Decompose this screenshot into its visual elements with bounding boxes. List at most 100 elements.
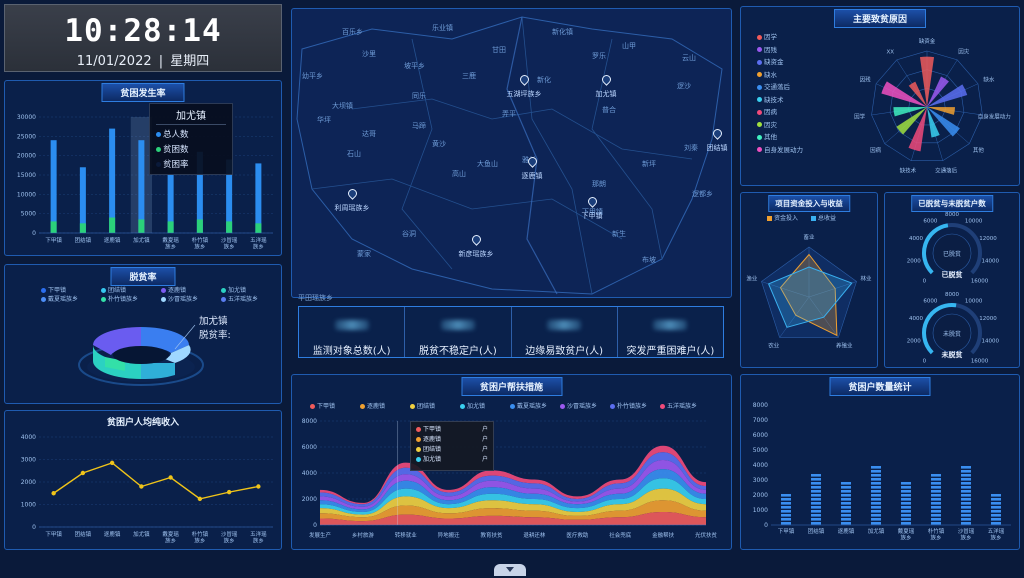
- bar-segment: [901, 494, 911, 497]
- bar-segment: [961, 466, 971, 469]
- legend-item[interactable]: 加尤镇: [221, 285, 246, 294]
- causes-rose-chart: 缺资金因灾缺水自身发展动力其他交通落后 缺技术 因病 因学 因残 XX: [854, 37, 1011, 174]
- chevron-down-icon: [506, 567, 514, 572]
- map-pin[interactable]: 五湖坪族乡: [494, 69, 554, 99]
- bar-segment: [811, 486, 821, 489]
- bar-segment: [781, 510, 791, 513]
- legend-item[interactable]: 因残: [757, 44, 777, 54]
- map-pin[interactable]: 下甲镇: [562, 191, 622, 221]
- legend-item[interactable]: 其他: [757, 131, 777, 141]
- bar-segment: [961, 486, 971, 489]
- poverty-rate-tooltip: 加尤镇 总人数 贫困数 贫困率: [149, 103, 233, 175]
- y-tick-label: 25000: [17, 133, 36, 140]
- bar-segment: [841, 486, 851, 489]
- map-stat-label: 监测对象总数(人): [312, 346, 391, 357]
- y-tick-label: 0: [32, 230, 36, 237]
- x-tick-label: 转移就业: [395, 531, 418, 539]
- legend-item[interactable]: 因灾: [757, 119, 777, 129]
- legend-item[interactable]: 下甲镇: [41, 285, 66, 294]
- bar-segment: [961, 490, 971, 493]
- bar-segment: [901, 514, 911, 517]
- gauge-scale-label: 6000: [923, 299, 937, 305]
- map-place-label: 同乐: [412, 92, 426, 100]
- bar-segment: [871, 498, 881, 501]
- gauge-scale-label: 10000: [965, 299, 983, 305]
- y-tick-label: 2000: [753, 492, 768, 499]
- x-tick-label: 下甲镇: [45, 530, 62, 538]
- poverty-relief-title: 脱贫率: [110, 267, 176, 286]
- income-point: [256, 484, 261, 489]
- y-tick-label: 2000: [302, 496, 317, 503]
- x-tick-label: 沙冒瑶: [221, 237, 238, 244]
- radar-axis-label: 缺水: [983, 76, 995, 84]
- map-pin[interactable]: 利周瑶族乡: [322, 183, 382, 213]
- legend-item[interactable]: 自身发展动力: [757, 144, 803, 154]
- map-place-label: 达哥: [362, 130, 376, 138]
- bar-total: [138, 140, 145, 233]
- x-tick-label: 下甲镇: [45, 236, 62, 244]
- bar-segment: [811, 478, 821, 481]
- legend-item[interactable]: 逐鹿镇: [161, 285, 186, 294]
- x-tick-label: 金融帮扶: [652, 531, 675, 539]
- bar-segment: [991, 518, 1001, 521]
- bar-segment: [811, 506, 821, 509]
- map-place-label: 逻都乡: [692, 190, 713, 198]
- stat-value-blurred: [547, 320, 582, 330]
- legend-item[interactable]: 因病: [757, 106, 777, 116]
- poverty-rate-panel: 贫困发生率 0 5000 10000 15000 20000 25000 30000 下甲镇团…: [4, 80, 282, 256]
- gauge-scale-label: 16000: [971, 359, 989, 365]
- map-pin[interactable]: 逐鹿镇: [502, 151, 562, 181]
- bar-segment: [901, 502, 911, 505]
- bar-segment: [931, 490, 941, 493]
- households-panel: 贫困户数量统计 0 1000 2000 3000 4000 5000 6000 7000 800…: [740, 374, 1020, 550]
- radar-axis-label: 因残: [860, 76, 872, 84]
- clock-time: 10:28:14: [64, 13, 222, 49]
- map-stat-item: 脱贫不稳定户(人): [404, 307, 510, 357]
- bar-segment: [841, 522, 851, 525]
- legend-item[interactable]: 缺资金: [757, 56, 784, 66]
- y-tick-label: 3000: [753, 477, 768, 484]
- legend-item[interactable]: 交通落后: [757, 81, 790, 91]
- bar-total: [109, 128, 116, 233]
- bar-segment: [841, 514, 851, 517]
- gauge-scale-label: 12000: [979, 316, 997, 322]
- radar-axis-label: 农业: [768, 342, 780, 350]
- legend-item[interactable]: 缺水: [757, 69, 777, 79]
- bar-segment: [871, 514, 881, 517]
- bar-segment: [841, 510, 851, 513]
- gauge-scale-label: 4000: [909, 316, 923, 322]
- legend-item[interactable]: 缺技术: [757, 94, 784, 104]
- bar-segment: [811, 482, 821, 485]
- measures-chart: 0 2000 4000 6000 8000 发展生产 乡村旅游 转移就业 异地搬迁 教育扶贫 退耕还…: [302, 418, 718, 539]
- x-tick-label: 退耕还林: [523, 531, 546, 539]
- map-place-label: 山甲: [622, 42, 636, 50]
- location-pin-icon: [525, 155, 539, 168]
- tooltip-item: 逐鹿镇户: [416, 435, 488, 445]
- legend-item[interactable]: 因学: [757, 31, 777, 41]
- map-pin[interactable]: 加尤镇: [576, 69, 636, 99]
- bottom-toggle-button[interactable]: [494, 564, 526, 576]
- map-pin[interactable]: 新彦瑶族乡: [446, 229, 506, 259]
- radar-axis-label: 交通落后: [935, 166, 958, 174]
- gauge-bottom-label: 未脱贫: [942, 350, 964, 359]
- map-pin[interactable]: 团结镇: [687, 123, 747, 153]
- bar-segment: [931, 514, 941, 517]
- y-tick-label: 0: [313, 522, 317, 529]
- legend-item[interactable]: 团结镇: [101, 285, 126, 294]
- map-place-label: 高山: [452, 170, 466, 178]
- bar-segment: [871, 478, 881, 481]
- gauge-scale-label: 4000: [909, 236, 923, 242]
- map-place-label: 马蹄: [412, 122, 426, 130]
- y-tick-label: 6000: [753, 432, 768, 439]
- y-tick-label: 5000: [753, 447, 768, 454]
- bar-poor: [79, 223, 86, 233]
- gauge-scale-label: 8000: [945, 292, 959, 298]
- clock-weekday: 星期四: [170, 54, 210, 69]
- radar-axis-label: 自身发展动力: [978, 112, 1011, 120]
- map-bottom-label: 平田瑶族乡: [298, 294, 333, 302]
- bar-segment: [871, 470, 881, 473]
- investment-radar-chart: 畜业林业养殖业 农业 渔业: [746, 233, 872, 350]
- bar-segment: [931, 474, 941, 477]
- gauge-scale-label: 10000: [965, 219, 983, 225]
- x-tick-label: 下甲镇: [778, 527, 795, 535]
